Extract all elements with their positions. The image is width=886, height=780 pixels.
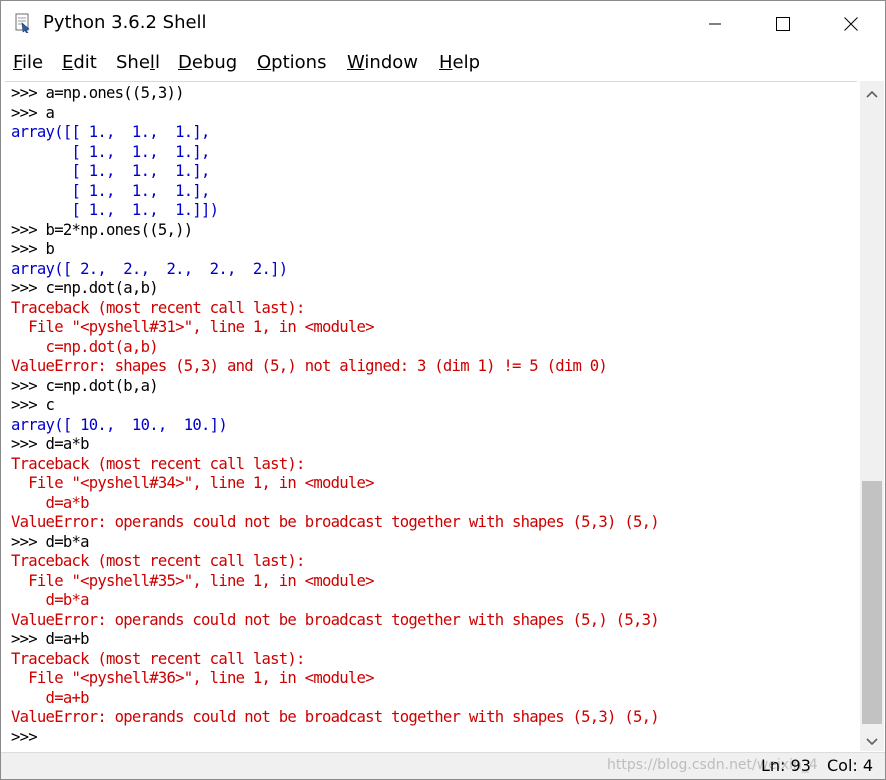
shell-line: >>> c=np.dot(b,a)	[11, 376, 159, 395]
shell-line: >>>	[11, 727, 46, 746]
title-bar[interactable]: Python 3.6.2 Shell	[1, 1, 885, 47]
status-line-number: Ln: 93	[761, 756, 811, 775]
menu-bar: File Edit Shell Debug Options Window Hel…	[1, 47, 885, 79]
menu-options[interactable]: Options	[257, 52, 326, 74]
shell-line: >>> d=a+b	[11, 630, 89, 648]
menu-help[interactable]: Help	[439, 52, 480, 74]
shell-line: [ 1., 1., 1.],	[11, 162, 210, 180]
minimize-icon	[707, 16, 723, 32]
maximize-icon	[775, 16, 791, 32]
shell-line: ValueError: operands could not be broadc…	[11, 708, 660, 726]
menu-debug[interactable]: Debug	[178, 52, 237, 74]
scroll-down-button[interactable]	[860, 729, 884, 751]
shell-line: >>> a=np.ones((5,3))	[11, 84, 185, 102]
status-column-number: Col: 4	[827, 756, 874, 775]
menu-window[interactable]: Window	[347, 52, 418, 74]
shell-line: Traceback (most recent call last):	[11, 298, 305, 317]
shell-line: [ 1., 1., 1.],	[11, 142, 210, 161]
idle-shell-window: Python 3.6.2 Shell File Edit Shell Debug…	[0, 0, 886, 780]
shell-line: [ 1., 1., 1.]])	[11, 201, 219, 219]
maximize-button[interactable]	[749, 1, 817, 47]
shell-line: c=np.dot(a,b)	[11, 337, 159, 356]
shell-line: File "<pyshell#31>", line 1, in <module>	[11, 318, 374, 336]
shell-text-area[interactable]: >>> a=np.ones((5,3)) >>> a array([[ 1., 1.…	[5, 81, 857, 752]
scroll-down-arrow-icon	[866, 731, 878, 750]
python-idle-icon	[13, 13, 33, 34]
shell-line: >>> a	[11, 103, 55, 122]
menu-edit[interactable]: Edit	[62, 52, 97, 74]
shell-line: ValueError: operands could not be broadc…	[11, 513, 660, 531]
shell-line: >>> d=a*b	[11, 435, 89, 453]
shell-output: >>> a=np.ones((5,3)) >>> a array([[ 1., 1.…	[11, 84, 660, 747]
vertical-scrollbar[interactable]	[860, 81, 884, 751]
shell-line: array([ 2., 2., 2., 2., 2.])	[11, 259, 288, 278]
menu-file[interactable]: File	[13, 52, 43, 74]
shell-line: >>> c=np.dot(a,b)	[11, 279, 159, 297]
scroll-up-button[interactable]	[860, 81, 884, 103]
shell-line: File "<pyshell#34>", line 1, in <module>	[11, 474, 374, 492]
shell-line: ValueError: operands could not be broadc…	[11, 610, 660, 629]
menu-shell[interactable]: Shell	[116, 52, 160, 74]
shell-line: d=b*a	[11, 591, 90, 609]
shell-line: array([[ 1., 1., 1.],	[11, 123, 210, 141]
shell-line: array([ 10., 10., 10.])	[11, 415, 228, 434]
shell-line: Traceback (most recent call last):	[11, 552, 305, 570]
shell-line: Traceback (most recent call last):	[11, 454, 305, 473]
shell-line: >>> c	[11, 396, 55, 414]
shell-line: ValueError: shapes (5,3) and (5,) not al…	[11, 357, 608, 375]
close-icon	[843, 16, 859, 32]
minimize-button[interactable]	[681, 1, 749, 47]
close-button[interactable]	[817, 1, 885, 47]
shell-line: >>> d=b*a	[11, 532, 89, 551]
shell-line: >>> b=2*np.ones((5,))	[11, 220, 193, 239]
scrollbar-thumb[interactable]	[862, 481, 882, 724]
scroll-up-arrow-icon	[866, 83, 878, 102]
window-title: Python 3.6.2 Shell	[43, 12, 207, 33]
shell-line: d=a*b	[11, 493, 90, 512]
shell-line: d=a+b	[11, 688, 90, 707]
status-bar: https://blog.csdn.net/weixin_4 Ln: 93 Co…	[1, 752, 885, 779]
shell-line: [ 1., 1., 1.],	[11, 181, 210, 200]
shell-line: Traceback (most recent call last):	[11, 649, 305, 668]
shell-line: File "<pyshell#36>", line 1, in <module>	[11, 669, 374, 687]
shell-line: File "<pyshell#35>", line 1, in <module>	[11, 571, 374, 590]
shell-line: >>> b	[11, 240, 55, 258]
